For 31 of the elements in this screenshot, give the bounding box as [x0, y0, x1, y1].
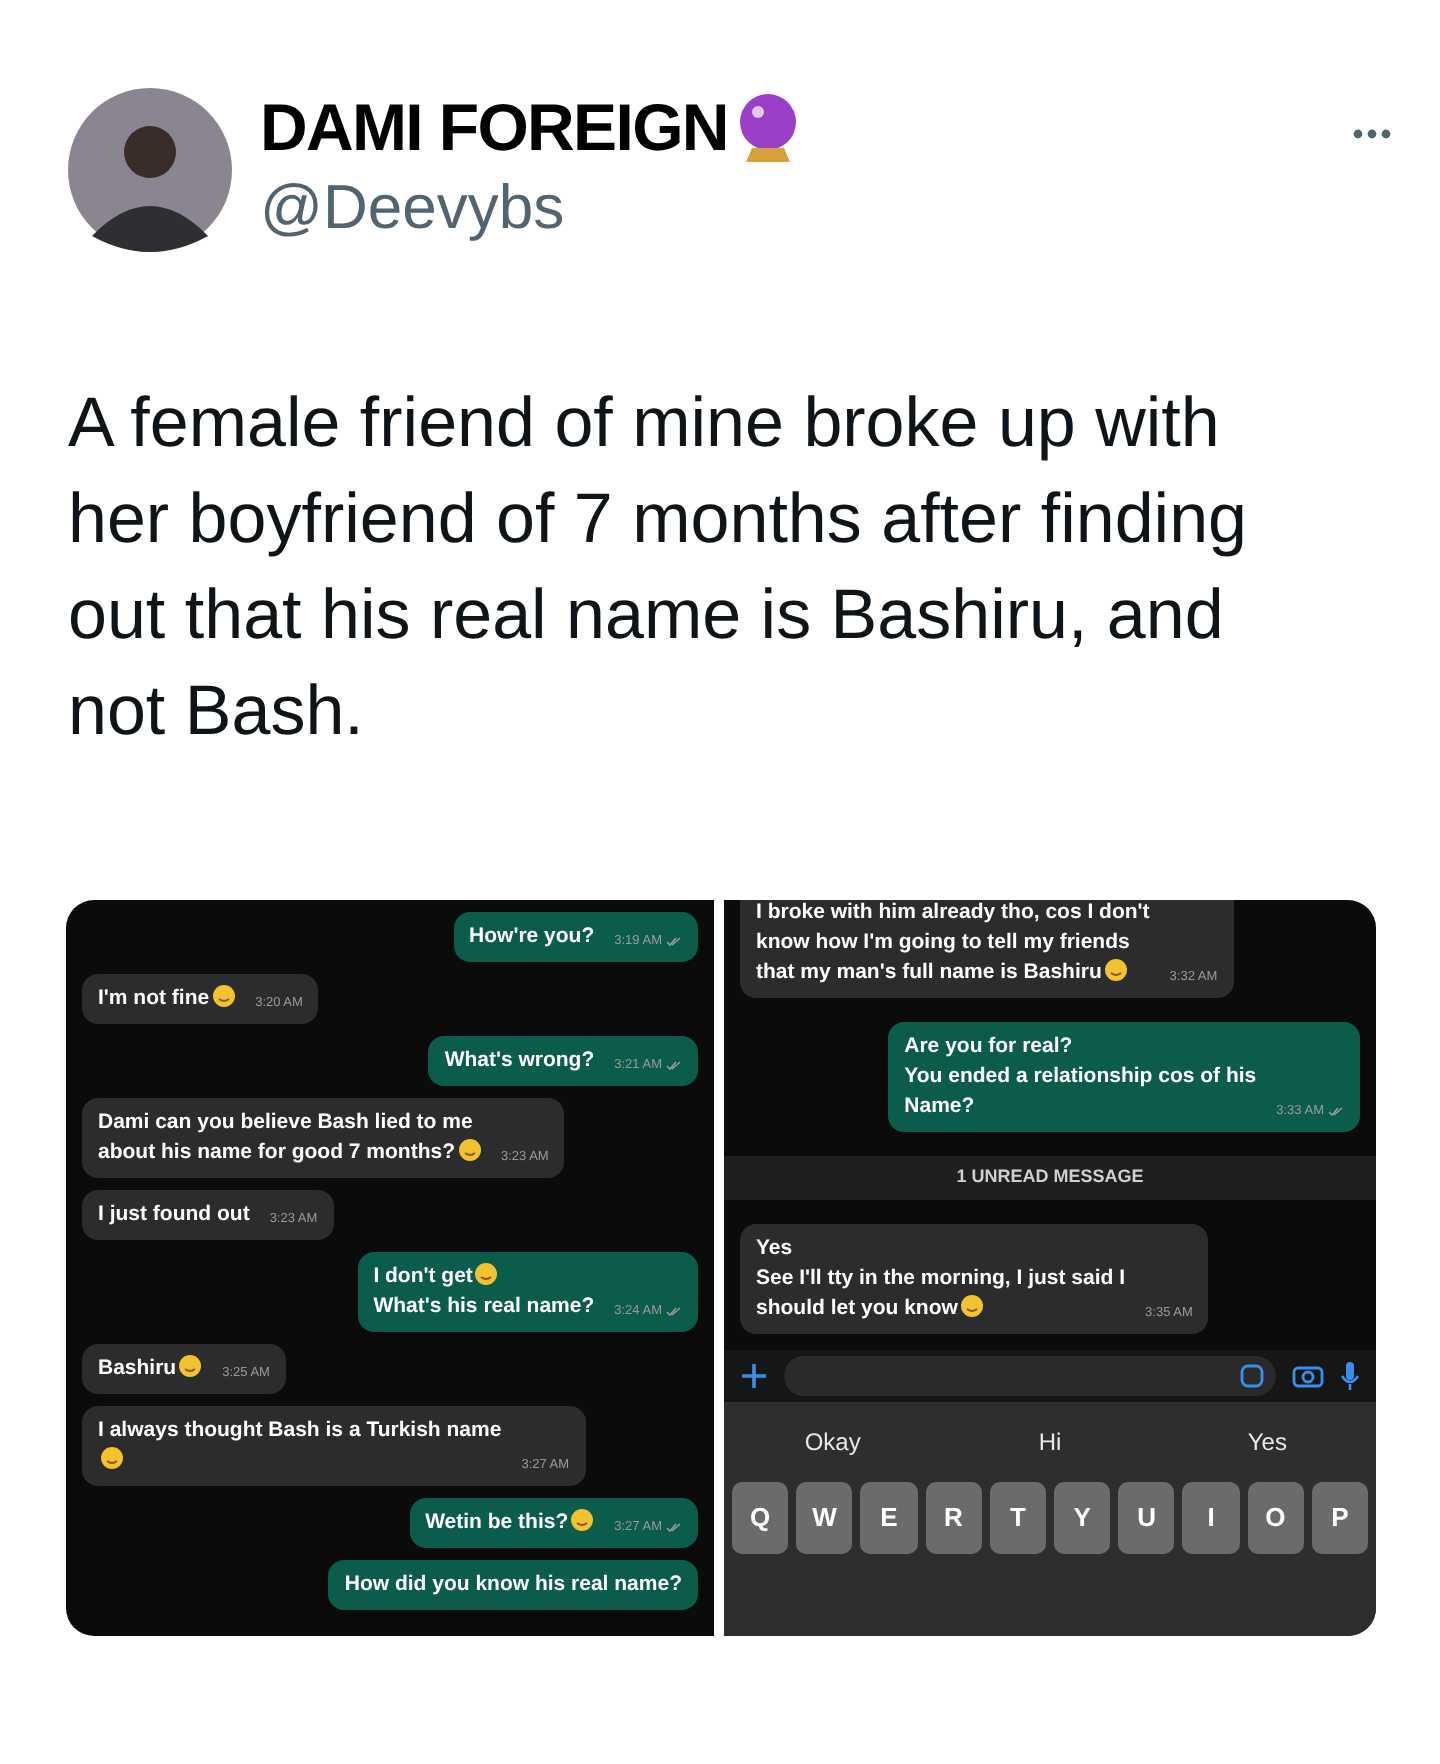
crystal-ball-icon	[735, 92, 800, 164]
camera-icon[interactable]	[1292, 1362, 1324, 1388]
keyboard-key[interactable]: Q	[732, 1481, 789, 1553]
word-suggestion[interactable]: Okay	[724, 1423, 942, 1459]
keyboard-key[interactable]: T	[989, 1481, 1047, 1553]
keyboard-key[interactable]: P	[1311, 1481, 1369, 1553]
sticker-icon[interactable]	[1240, 1363, 1264, 1387]
read-ticks-icon	[1328, 1106, 1344, 1118]
outgoing-message: How did you know his real name?	[328, 1560, 698, 1610]
word-suggestion[interactable]: Hi	[941, 1423, 1159, 1459]
keyboard-key[interactable]: O	[1247, 1481, 1304, 1553]
microphone-icon[interactable]	[1340, 1359, 1360, 1391]
read-ticks-icon	[666, 1060, 682, 1072]
keyboard-key[interactable]: Y	[1054, 1481, 1111, 1553]
message-field[interactable]	[784, 1355, 1276, 1395]
plus-icon[interactable]	[740, 1361, 768, 1389]
author-name[interactable]: DAMI FOREIGN	[260, 88, 728, 168]
keyboard-key[interactable]: R	[925, 1481, 982, 1553]
keyboard-key[interactable]: E	[860, 1481, 918, 1553]
read-ticks-icon	[666, 936, 682, 948]
word-suggestion[interactable]: Yes	[1158, 1423, 1376, 1459]
tweet-text: A female friend of mine broke up with her boyfriend of 7 months after finding out that his real name is Bashiru, and not Bash.	[68, 382, 1250, 754]
read-ticks-icon	[666, 1306, 682, 1318]
keyboard-key[interactable]: U	[1118, 1481, 1175, 1553]
read-ticks-icon	[666, 1522, 682, 1534]
unread-divider: 1 UNREAD MESSAGE	[956, 1164, 1144, 1190]
avatar-icon[interactable]	[68, 88, 232, 252]
more-icon[interactable]	[1352, 128, 1392, 140]
keyboard-key[interactable]: W	[796, 1481, 853, 1553]
keyboard-key[interactable]: I	[1182, 1481, 1240, 1553]
author-handle[interactable]: @Deevybs	[260, 168, 800, 248]
